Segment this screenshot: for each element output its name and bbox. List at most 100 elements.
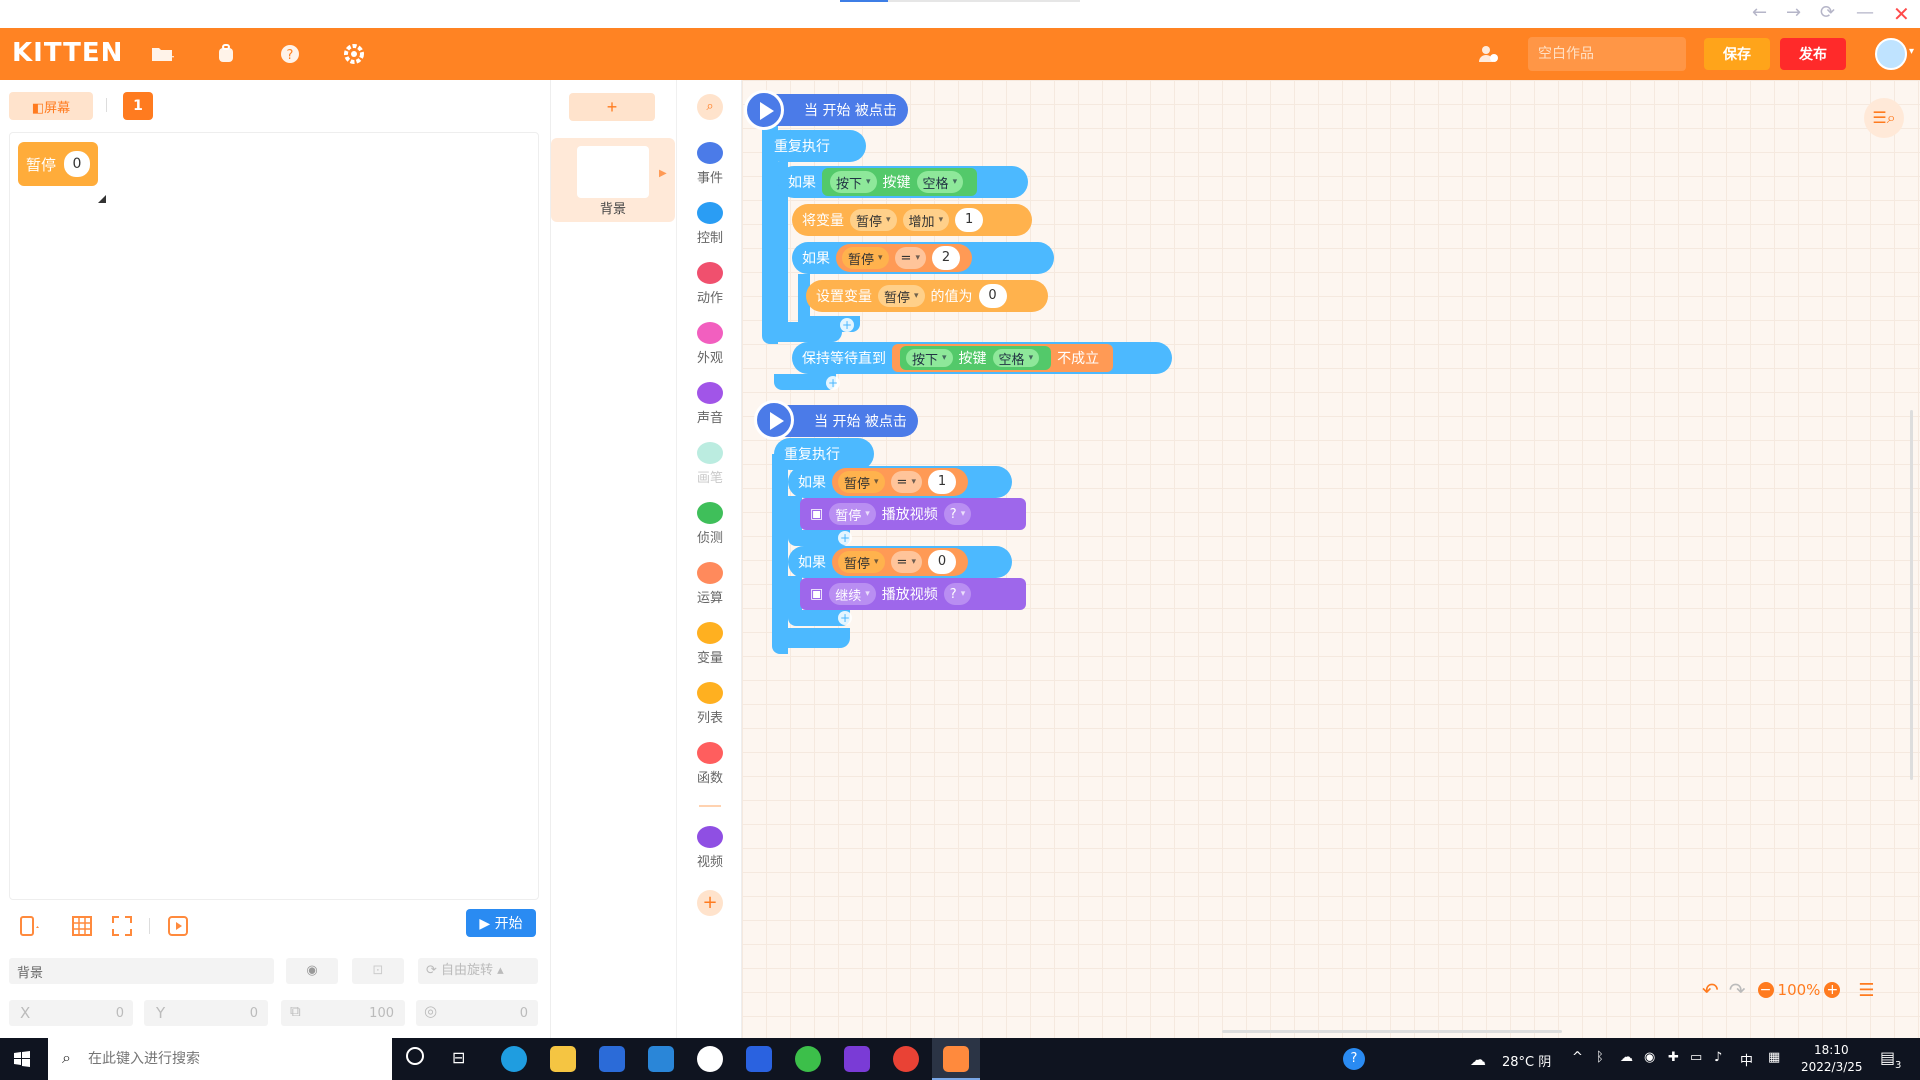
add-block-icon[interactable]: + bbox=[840, 318, 854, 332]
minimize-icon[interactable]: — bbox=[1856, 2, 1874, 23]
task-view-icon[interactable]: ⊟ bbox=[452, 1048, 465, 1067]
key-pressed-block[interactable]: 按下 ▾ 按键 空格 ▾ bbox=[822, 168, 978, 196]
variable-reporter[interactable]: 暂停 ▾ bbox=[842, 247, 889, 269]
store-icon[interactable] bbox=[599, 1046, 625, 1072]
play-icon[interactable] bbox=[754, 400, 794, 440]
add-sprite-button[interactable]: + bbox=[569, 93, 655, 121]
back-icon[interactable]: ← bbox=[1752, 2, 1767, 23]
help-icon[interactable]: ? bbox=[1343, 1048, 1365, 1070]
taskbar-search-input[interactable] bbox=[48, 1038, 392, 1080]
close-icon[interactable]: ✕ bbox=[1893, 2, 1910, 26]
play-icon[interactable] bbox=[744, 90, 784, 130]
increment-input[interactable]: 1 bbox=[955, 208, 984, 232]
compare-input[interactable]: 2 bbox=[931, 246, 960, 270]
wechat-icon[interactable]: ◉ bbox=[1644, 1050, 1655, 1065]
avatar[interactable] bbox=[1875, 38, 1907, 70]
category-video[interactable]: 视频 bbox=[677, 826, 743, 870]
volume-icon[interactable]: ♪ bbox=[1714, 1050, 1722, 1065]
change-variable-block[interactable]: 将变量 暂停 ▾ 增加 ▾ 1 bbox=[792, 204, 1032, 236]
video-action-dropdown[interactable]: 继续 ▾ bbox=[829, 583, 876, 605]
category-functions[interactable]: 函数 bbox=[677, 742, 743, 786]
background-card[interactable]: 背景 ▶ bbox=[551, 138, 675, 222]
press-dropdown[interactable]: 按下 ▾ bbox=[906, 349, 953, 368]
notification-icon[interactable]: ▤ bbox=[1880, 1048, 1895, 1067]
category-events[interactable]: 事件 bbox=[677, 142, 743, 186]
project-name-input[interactable] bbox=[1528, 37, 1686, 71]
add-block-icon[interactable]: + bbox=[838, 611, 852, 625]
clock-time[interactable]: 18:10 bbox=[1814, 1043, 1849, 1057]
mail-icon[interactable] bbox=[648, 1046, 674, 1072]
save-button[interactable]: 保存 bbox=[1704, 38, 1770, 70]
add-collaborator-icon[interactable] bbox=[1476, 42, 1516, 66]
category-control[interactable]: 控制 bbox=[677, 202, 743, 246]
if-block[interactable]: 如果 暂停 ▾ = ▾ 1 bbox=[788, 466, 1012, 498]
file-explorer-icon[interactable] bbox=[550, 1046, 576, 1072]
code-search-icon[interactable]: ☰⌕ bbox=[1864, 98, 1904, 138]
lock-icon[interactable]: ⊡ bbox=[352, 958, 404, 984]
add-block-icon[interactable]: + bbox=[826, 376, 840, 390]
grid-icon[interactable] bbox=[70, 914, 94, 938]
compare-dropdown[interactable]: = ▾ bbox=[890, 471, 922, 493]
settings-icon[interactable] bbox=[342, 42, 382, 66]
refresh-icon[interactable]: ⟳ bbox=[1820, 2, 1835, 23]
ime-indicator[interactable]: 中 bbox=[1740, 1050, 1753, 1069]
video-action-dropdown[interactable]: 暂停 ▾ bbox=[829, 503, 876, 525]
category-pen[interactable]: 画笔 bbox=[677, 442, 743, 486]
equals-block[interactable]: 暂停 ▾ = ▾ 2 bbox=[836, 244, 972, 272]
key-dropdown[interactable]: 空格 ▾ bbox=[916, 171, 964, 193]
network-icon[interactable]: ☁ bbox=[1620, 1050, 1633, 1065]
redo-icon[interactable]: ↷ bbox=[1729, 978, 1746, 1002]
variable-dropdown[interactable]: 暂停 ▾ bbox=[878, 285, 925, 307]
press-dropdown[interactable]: 按下 ▾ bbox=[830, 171, 877, 193]
zoom-in-icon[interactable]: + bbox=[1824, 982, 1841, 998]
wait-until-block[interactable]: 保持等待直到 按下 ▾ 按键 空格 ▾ 不成立 bbox=[792, 342, 1172, 374]
edge-icon[interactable] bbox=[501, 1046, 527, 1072]
stage-canvas[interactable]: 暂停 0 bbox=[9, 132, 539, 900]
play-video-block[interactable]: ▣ 暂停 ▾ 播放视频 ? ▾ bbox=[800, 498, 1026, 530]
set-value-input[interactable]: 0 bbox=[978, 284, 1007, 308]
equals-block[interactable]: 暂停 ▾ = ▾ 1 bbox=[832, 468, 968, 496]
ime-mode-icon[interactable]: ▦ bbox=[1768, 1050, 1780, 1065]
variable-reporter[interactable]: 暂停 ▾ bbox=[838, 551, 885, 573]
add-extension-icon[interactable]: + bbox=[697, 890, 723, 916]
key-dropdown[interactable]: 空格 ▾ bbox=[992, 349, 1040, 368]
chevron-down-icon[interactable]: ▾ bbox=[1909, 46, 1914, 57]
compare-input[interactable]: 1 bbox=[927, 470, 956, 494]
bluetooth-icon[interactable]: ᛒ bbox=[1596, 1050, 1604, 1065]
screen-number-tab[interactable]: 1 bbox=[123, 92, 153, 120]
app-icon[interactable] bbox=[844, 1046, 870, 1072]
chevron-right-icon[interactable]: ▶ bbox=[659, 168, 667, 179]
display-icon[interactable]: ▭ bbox=[1690, 1050, 1702, 1065]
variable-monitor[interactable]: 暂停 0 bbox=[18, 142, 99, 186]
operation-dropdown[interactable]: 增加 ▾ bbox=[902, 209, 950, 231]
nested-if-block[interactable]: 如果 暂停 ▾ = ▾ 2 bbox=[792, 242, 1054, 274]
fullscreen-icon[interactable] bbox=[110, 914, 134, 938]
add-block-icon[interactable]: + bbox=[838, 531, 852, 545]
zoom-out-icon[interactable]: − bbox=[1757, 982, 1774, 998]
equals-block[interactable]: 暂停 ▾ = ▾ 0 bbox=[832, 548, 968, 576]
device-icon[interactable] bbox=[16, 914, 40, 938]
resize-handle-icon[interactable] bbox=[98, 195, 106, 203]
help-icon[interactable]: ? bbox=[278, 42, 318, 66]
defender-icon[interactable]: ✚ bbox=[1668, 1050, 1679, 1065]
visibility-icon[interactable]: ◉ bbox=[286, 958, 338, 984]
wps-icon[interactable] bbox=[746, 1046, 772, 1072]
category-looks[interactable]: 外观 bbox=[677, 322, 743, 366]
compare-dropdown[interactable]: = ▾ bbox=[890, 551, 922, 573]
publish-button[interactable]: 发布 bbox=[1780, 38, 1846, 70]
repeat-forever-block[interactable]: 重复执行 bbox=[764, 130, 866, 162]
video-target-dropdown[interactable]: ? ▾ bbox=[943, 583, 972, 605]
code-workspace[interactable]: ☰⌕ 当 开始 被点击 重复执行 如果 按下 ▾ 按键 空格 ▾ 将变量 暂停 ▾ 增… bbox=[742, 80, 1920, 1038]
backpack-icon[interactable] bbox=[214, 42, 254, 66]
category-sound[interactable]: 声音 bbox=[677, 382, 743, 426]
search-icon[interactable]: ⌕ bbox=[697, 94, 723, 120]
windows-start-icon[interactable] bbox=[14, 1051, 30, 1067]
variable-reporter[interactable]: 暂停 ▾ bbox=[838, 471, 885, 493]
rotation-mode-select[interactable]: ⟳ 自由旋转 ▴ bbox=[418, 958, 538, 984]
category-operators[interactable]: 运算 bbox=[677, 562, 743, 606]
app-icon[interactable] bbox=[697, 1046, 723, 1072]
undo-icon[interactable]: ↶ bbox=[1702, 978, 1719, 1002]
forward-icon[interactable]: → bbox=[1786, 2, 1801, 23]
browser-icon[interactable] bbox=[795, 1046, 821, 1072]
start-button[interactable]: ▶ 开始 bbox=[466, 909, 536, 937]
